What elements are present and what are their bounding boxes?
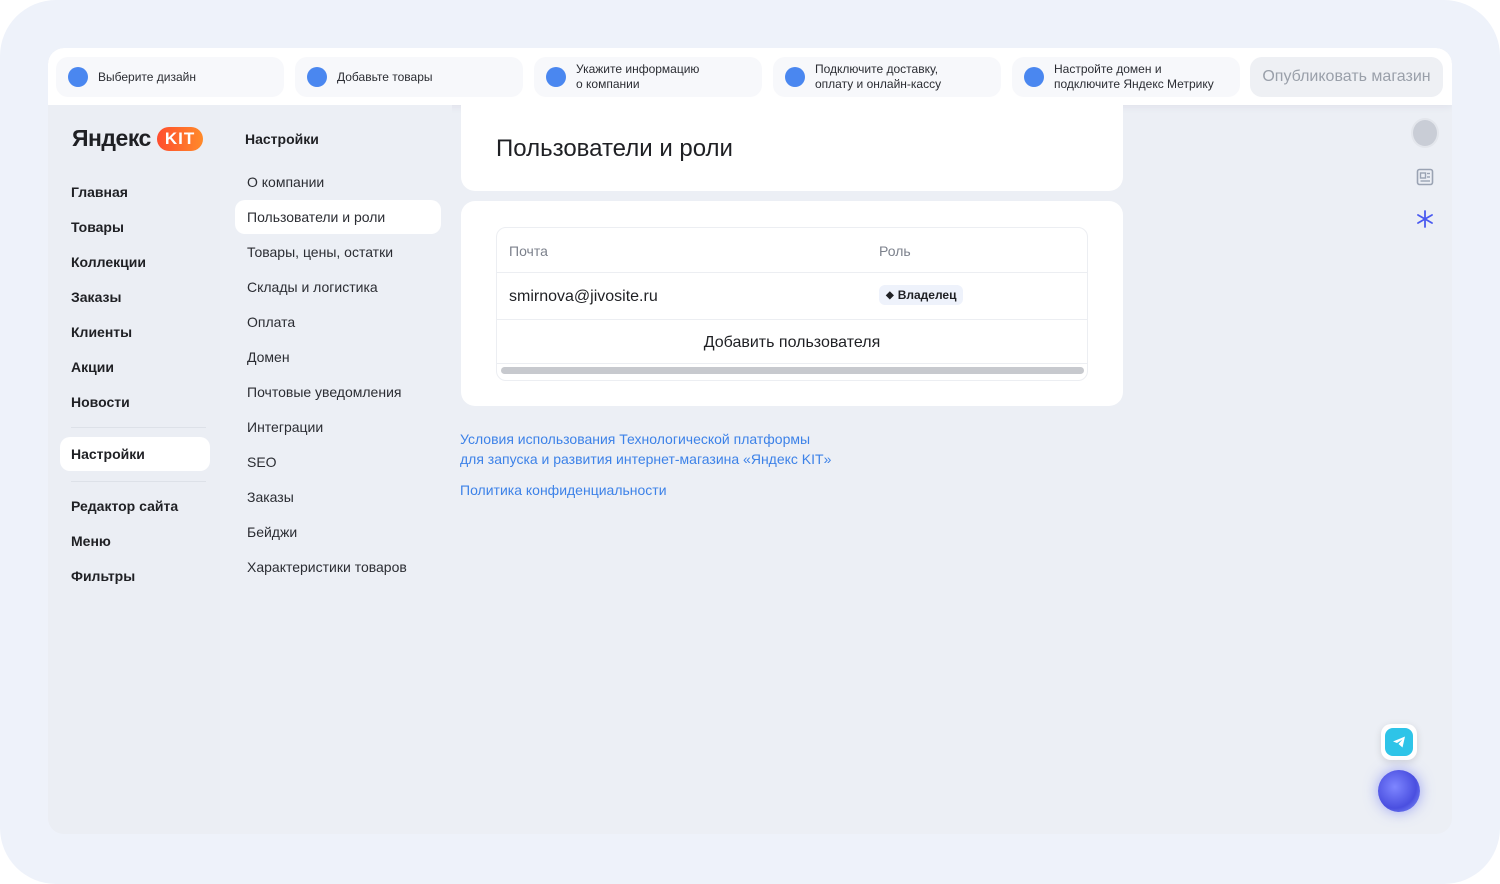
step-label-line: подключите Яндекс Метрику [1054,77,1214,91]
onboarding-step-company[interactable]: Укажите информацию о компании [534,57,762,97]
step-label-line: оплату и онлайн-кассу [815,77,942,91]
sidebar-divider [71,481,206,482]
sidebar-item-orders[interactable]: Заказы [71,289,121,305]
step-label: Укажите информацию о компании [576,62,699,92]
step-status-icon [546,67,566,87]
step-label: Настройте домен и подключите Яндекс Метр… [1054,62,1214,92]
role-badge: ◆ Владелец [879,285,964,305]
app-shell: Выберите дизайн Добавьте товары Укажите … [48,48,1452,834]
onboarding-step-products[interactable]: Добавьте товары [295,57,523,97]
sidebar-item-home[interactable]: Главная [71,184,128,200]
paper-plane-glyph [1393,736,1405,748]
settings-nav-orders[interactable]: Заказы [247,489,294,505]
user-email[interactable]: smirnova@jivosite.ru [509,288,658,306]
sidebar-item-clients[interactable]: Клиенты [71,324,132,340]
sidebar-item-settings[interactable]: Настройки [71,446,145,462]
step-status-icon [785,67,805,87]
legal-links: Условия использования Технологической пл… [460,429,831,500]
step-label: Подключите доставку, оплату и онлайн-кас… [815,62,941,92]
document-icon[interactable] [1411,163,1439,191]
snowflake-icon[interactable] [1411,205,1439,233]
avatar [1411,118,1439,148]
avatar-icon[interactable] [1411,118,1439,148]
telegram-icon [1385,728,1413,756]
page-header-card: Пользователи и роли [461,105,1123,191]
onboarding-step-domain[interactable]: Настройте домен и подключите Яндекс Метр… [1012,57,1240,97]
onboarding-step-design[interactable]: Выберите дизайн [56,57,284,97]
settings-nav-product-attributes[interactable]: Характеристики товаров [247,559,407,575]
page-title: Пользователи и роли [496,135,733,162]
users-card: Почта Роль smirnova@jivosite.ru ◆ Владел… [461,201,1123,406]
diamond-icon: ◆ [886,289,894,301]
brand-name: Яндекс [72,125,151,151]
role-label: Владелец [897,288,957,302]
row-divider [497,363,1087,364]
snowflake-icon-glyph [1417,210,1433,228]
terms-link[interactable]: Условия использования Технологической пл… [460,429,831,469]
column-header-role: Роль [879,243,911,259]
column-header-email: Почта [509,243,548,259]
row-divider [497,272,1087,273]
sidebar-item-filters[interactable]: Фильтры [71,568,135,584]
step-status-icon [1024,67,1044,87]
step-label-line: о компании [576,77,640,91]
settings-nav-seo[interactable]: SEO [247,454,277,470]
settings-nav-company[interactable]: О компании [247,174,324,190]
telegram-button[interactable] [1381,724,1417,760]
brand-logo[interactable]: Яндекс KIT [72,125,204,152]
document-icon-glyph [1416,168,1434,186]
sidebar-item-collections[interactable]: Коллекции [71,254,146,270]
settings-nav-prices-stock[interactable]: Товары, цены, остатки [247,244,393,260]
window-frame: Выберите дизайн Добавьте товары Укажите … [0,0,1500,884]
settings-nav-payment[interactable]: Оплата [247,314,295,330]
sidebar-divider [71,427,206,428]
sidebar-item-promotions[interactable]: Акции [71,359,114,375]
row-divider [497,319,1087,320]
sidebar-item-menu[interactable]: Меню [71,533,111,549]
terms-link-line: Условия использования Технологической пл… [460,431,811,447]
settings-nav-badges[interactable]: Бейджи [247,524,297,540]
horizontal-scrollbar[interactable] [501,367,1084,374]
settings-nav-title: Настройки [245,131,319,147]
publish-store-button[interactable]: Опубликовать магазин [1250,57,1443,97]
sidebar-item-news[interactable]: Новости [71,394,130,410]
brand-badge: KIT [156,126,204,151]
privacy-link[interactable]: Политика конфиденциальности [460,480,831,500]
settings-nav-email-notifications[interactable]: Почтовые уведомления [247,384,401,400]
sidebar-item-site-editor[interactable]: Редактор сайта [71,498,178,514]
settings-nav-domain[interactable]: Домен [247,349,290,365]
step-label-line: Настройте домен и [1054,62,1162,76]
settings-nav: Настройки О компании Пользователи и роли… [220,105,452,834]
terms-link-line: для запуска и развития интернет-магазина… [460,451,832,467]
step-status-icon [307,67,327,87]
settings-nav-integrations[interactable]: Интеграции [247,419,323,435]
users-table: Почта Роль smirnova@jivosite.ru ◆ Владел… [496,227,1088,381]
onboarding-step-delivery[interactable]: Подключите доставку, оплату и онлайн-кас… [773,57,1001,97]
step-status-icon [68,67,88,87]
sidebar: Яндекс KIT Главная Товары Коллекции Зака… [48,105,220,834]
onboarding-bar: Выберите дизайн Добавьте товары Укажите … [48,48,1452,105]
settings-nav-users-roles[interactable]: Пользователи и роли [247,209,385,225]
ai-assistant-icon[interactable] [1378,770,1420,812]
add-user-button[interactable]: Добавить пользователя [497,321,1087,365]
step-label: Добавьте товары [337,69,433,84]
settings-nav-warehouses[interactable]: Склады и логистика [247,279,378,295]
step-label-line: Подключите доставку, [815,62,939,76]
step-label-line: Укажите информацию [576,62,700,76]
sidebar-item-products[interactable]: Товары [71,219,124,235]
step-label: Выберите дизайн [98,69,196,84]
